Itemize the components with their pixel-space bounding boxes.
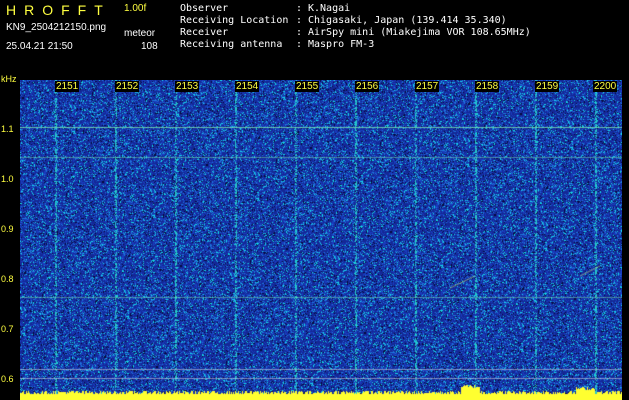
- x-tick-label: 2153: [175, 81, 200, 92]
- count-label: 108: [141, 41, 158, 52]
- info-value: K.Nagai: [308, 3, 351, 14]
- x-tick-label: 2154: [235, 81, 260, 92]
- info-row-observer: Observer: K.Nagai: [180, 3, 531, 15]
- info-colon: :: [296, 3, 303, 14]
- version-label: 1.00f: [124, 3, 147, 14]
- y-tick-label: 1.1: [1, 124, 14, 134]
- info-row-antenna: Receiving antenna: Maspro FM-3: [180, 39, 531, 51]
- y-tick-label: 1.0: [1, 174, 14, 184]
- datetime-label: 25.04.21 21:50: [6, 41, 73, 52]
- y-tick-label: 0.7: [1, 324, 14, 334]
- station-info: Observer: K.Nagai Receiving Location: Chig…: [180, 3, 531, 51]
- mode-label: meteor: [124, 28, 156, 39]
- info-colon: :: [296, 27, 303, 38]
- x-tick-label: 2151: [55, 81, 80, 92]
- filename-label: KN9_2504212150.png: [6, 22, 107, 33]
- x-tick-label: 2159: [535, 81, 560, 92]
- info-row-location: Receiving Location: Chigasaki, Japan (139…: [180, 15, 531, 27]
- info-value: AirSpy mini (Miakejima VOR 108.65MHz): [308, 27, 531, 38]
- info-label: Receiver: [180, 27, 229, 38]
- info-label: Observer: [180, 3, 229, 14]
- info-colon: :: [296, 15, 303, 26]
- y-tick-label: 0.8: [1, 274, 14, 284]
- y-tick-label: 0.6: [1, 374, 14, 384]
- x-tick-label: 2156: [355, 81, 380, 92]
- info-label: Receiving antenna: [180, 39, 283, 50]
- x-tick-label: 2200: [593, 81, 618, 92]
- x-tick-label: 2157: [415, 81, 440, 92]
- spectrogram-canvas: [20, 80, 622, 400]
- x-tick-label: 2152: [115, 81, 140, 92]
- info-value: Chigasaki, Japan (139.414 35.340): [308, 15, 507, 26]
- info-value: Maspro FM-3: [308, 39, 375, 50]
- x-tick-label: 2158: [475, 81, 500, 92]
- info-label: Receiving Location: [180, 15, 289, 26]
- x-tick-label: 2155: [295, 81, 320, 92]
- info-row-receiver: Receiver: AirSpy mini (Miakejima VOR 108.…: [180, 27, 531, 39]
- y-tick-label: 0.9: [1, 224, 14, 234]
- app-title: HROFFT: [6, 2, 111, 18]
- info-colon: :: [296, 39, 303, 50]
- y-axis: 1.1 1.0 0.9 0.8 0.7 0.6: [0, 74, 20, 400]
